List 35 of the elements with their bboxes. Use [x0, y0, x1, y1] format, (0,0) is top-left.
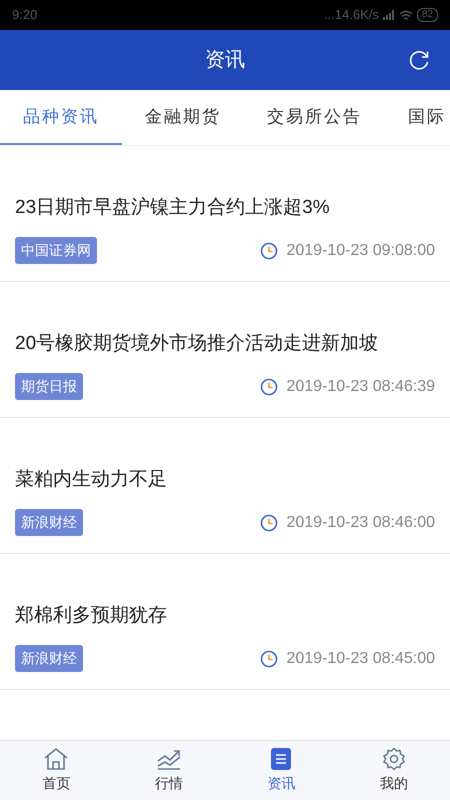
source-tag: 期货日报: [15, 373, 83, 400]
signal-icon: [382, 10, 395, 20]
nav-tab[interactable]: 资讯: [225, 741, 338, 800]
clock-icon: [260, 650, 278, 668]
header-title: 资讯: [205, 48, 245, 73]
category-tab[interactable]: 品种资讯: [0, 90, 122, 145]
news-title[interactable]: 菜粕内生动力不足: [15, 466, 435, 494]
nav-tab[interactable]: 首页: [0, 741, 112, 800]
home-icon: [43, 747, 70, 771]
category-tab[interactable]: 交易所公告: [244, 90, 385, 145]
wifi-icon: [398, 10, 413, 20]
news-title[interactable]: 23日期市早盘沪镍主力合约上涨超3%: [15, 194, 435, 222]
category-tab[interactable]: 国际: [385, 90, 450, 145]
news-title[interactable]: 20号橡胶期货境外市场推介活动走进新加坡: [15, 330, 435, 358]
battery-indicator: 82: [416, 8, 438, 22]
source-tag: 中国证券网: [15, 237, 97, 264]
news-time: 2019-10-23 08:46:39: [286, 376, 435, 396]
source-tag: 新浪财经: [15, 645, 83, 672]
trend-chart-icon: [156, 747, 182, 771]
nav-tab[interactable]: 行情: [112, 741, 225, 800]
clock-icon: [260, 514, 278, 532]
settings-icon: [382, 747, 406, 771]
status-time: 9:20: [12, 6, 38, 24]
news-time: 2019-10-23 08:45:00: [286, 648, 435, 668]
refresh-icon[interactable]: [408, 49, 430, 71]
source-tag: 新浪财经: [15, 509, 83, 536]
document-icon: [270, 747, 292, 771]
category-tab[interactable]: 金融期货: [122, 90, 244, 145]
nav-tab[interactable]: 我的: [338, 741, 450, 800]
clock-icon: [260, 242, 278, 260]
news-time: 2019-10-23 08:46:00: [286, 512, 435, 532]
clock-icon: [260, 378, 278, 396]
news-title[interactable]: 郑棉利多预期犹存: [15, 602, 435, 630]
network-speed: ...14.6K/s: [324, 6, 379, 24]
news-time: 2019-10-23 09:08:00: [286, 240, 435, 260]
